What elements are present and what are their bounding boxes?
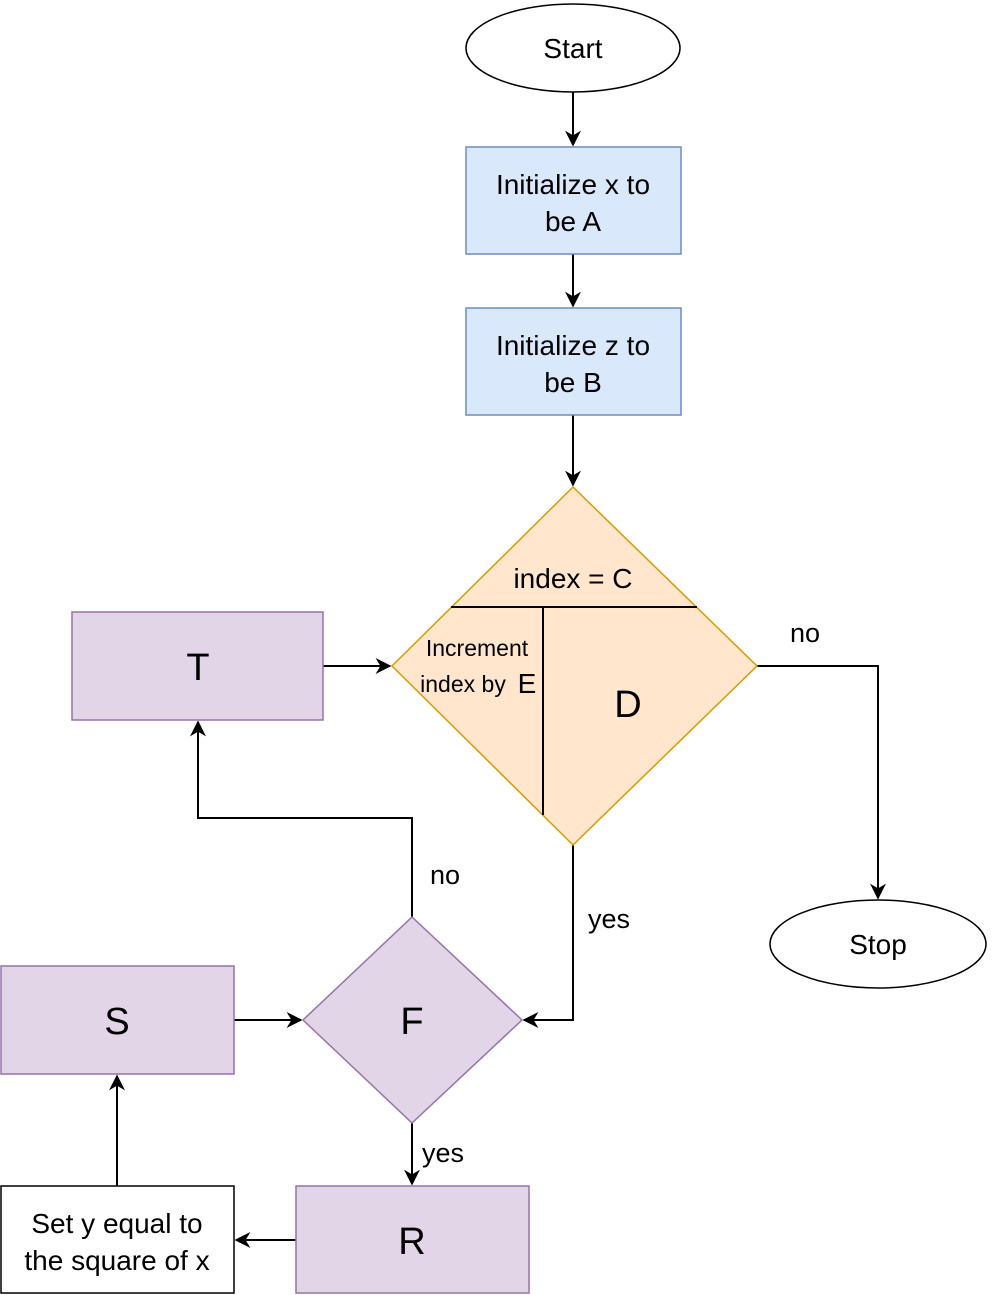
flowchart: no yes no yes Start Initialize x to be A…: [0, 3, 987, 1294]
t-label: T: [186, 647, 209, 689]
start-label: Start: [543, 33, 602, 64]
f-decision-node: F: [301, 915, 524, 1125]
s-label: S: [104, 1001, 129, 1043]
init-z-node: Initialize z to be B: [465, 307, 682, 416]
init-x-label-line1: Initialize x to: [496, 169, 650, 200]
edge-label-loop-no: no: [790, 618, 820, 648]
stop-label: Stop: [849, 929, 907, 960]
loop-condition-label: index = C: [513, 563, 632, 594]
stop-node: Stop: [769, 899, 987, 989]
set-y-node: Set y equal to the square of x: [0, 1185, 235, 1294]
loop-increment-line1: Increment: [426, 635, 529, 661]
init-z-label-line2: be B: [544, 367, 602, 398]
edge-f-no-to-t: [190, 720, 413, 917]
init-x-label-line2: be A: [545, 206, 601, 237]
init-z-label-line1: Initialize z to: [496, 330, 650, 361]
f-label: F: [400, 1001, 423, 1043]
s-node: S: [0, 965, 235, 1075]
set-y-label-line1: Set y equal to: [31, 1208, 202, 1239]
edge-label-f-yes: yes: [422, 1138, 464, 1168]
edge-label-f-no: no: [430, 860, 460, 890]
edge-loop-yes-to-f: [522, 845, 574, 1028]
edge-label-loop-yes: yes: [588, 904, 630, 934]
loop-body-label: D: [614, 684, 641, 726]
loop-increment-line2: index by: [420, 671, 506, 697]
r-node: R: [295, 1185, 530, 1294]
set-y-label-line2: the square of x: [24, 1245, 209, 1276]
t-node: T: [71, 611, 324, 721]
loop-decision-node: index = C Increment index by E D: [390, 485, 759, 847]
r-label: R: [398, 1221, 425, 1263]
edge-loop-no-to-stop: [757, 665, 886, 900]
init-x-node: Initialize x to be A: [465, 146, 682, 255]
loop-increment-var: E: [518, 668, 537, 699]
start-node: Start: [465, 3, 681, 93]
